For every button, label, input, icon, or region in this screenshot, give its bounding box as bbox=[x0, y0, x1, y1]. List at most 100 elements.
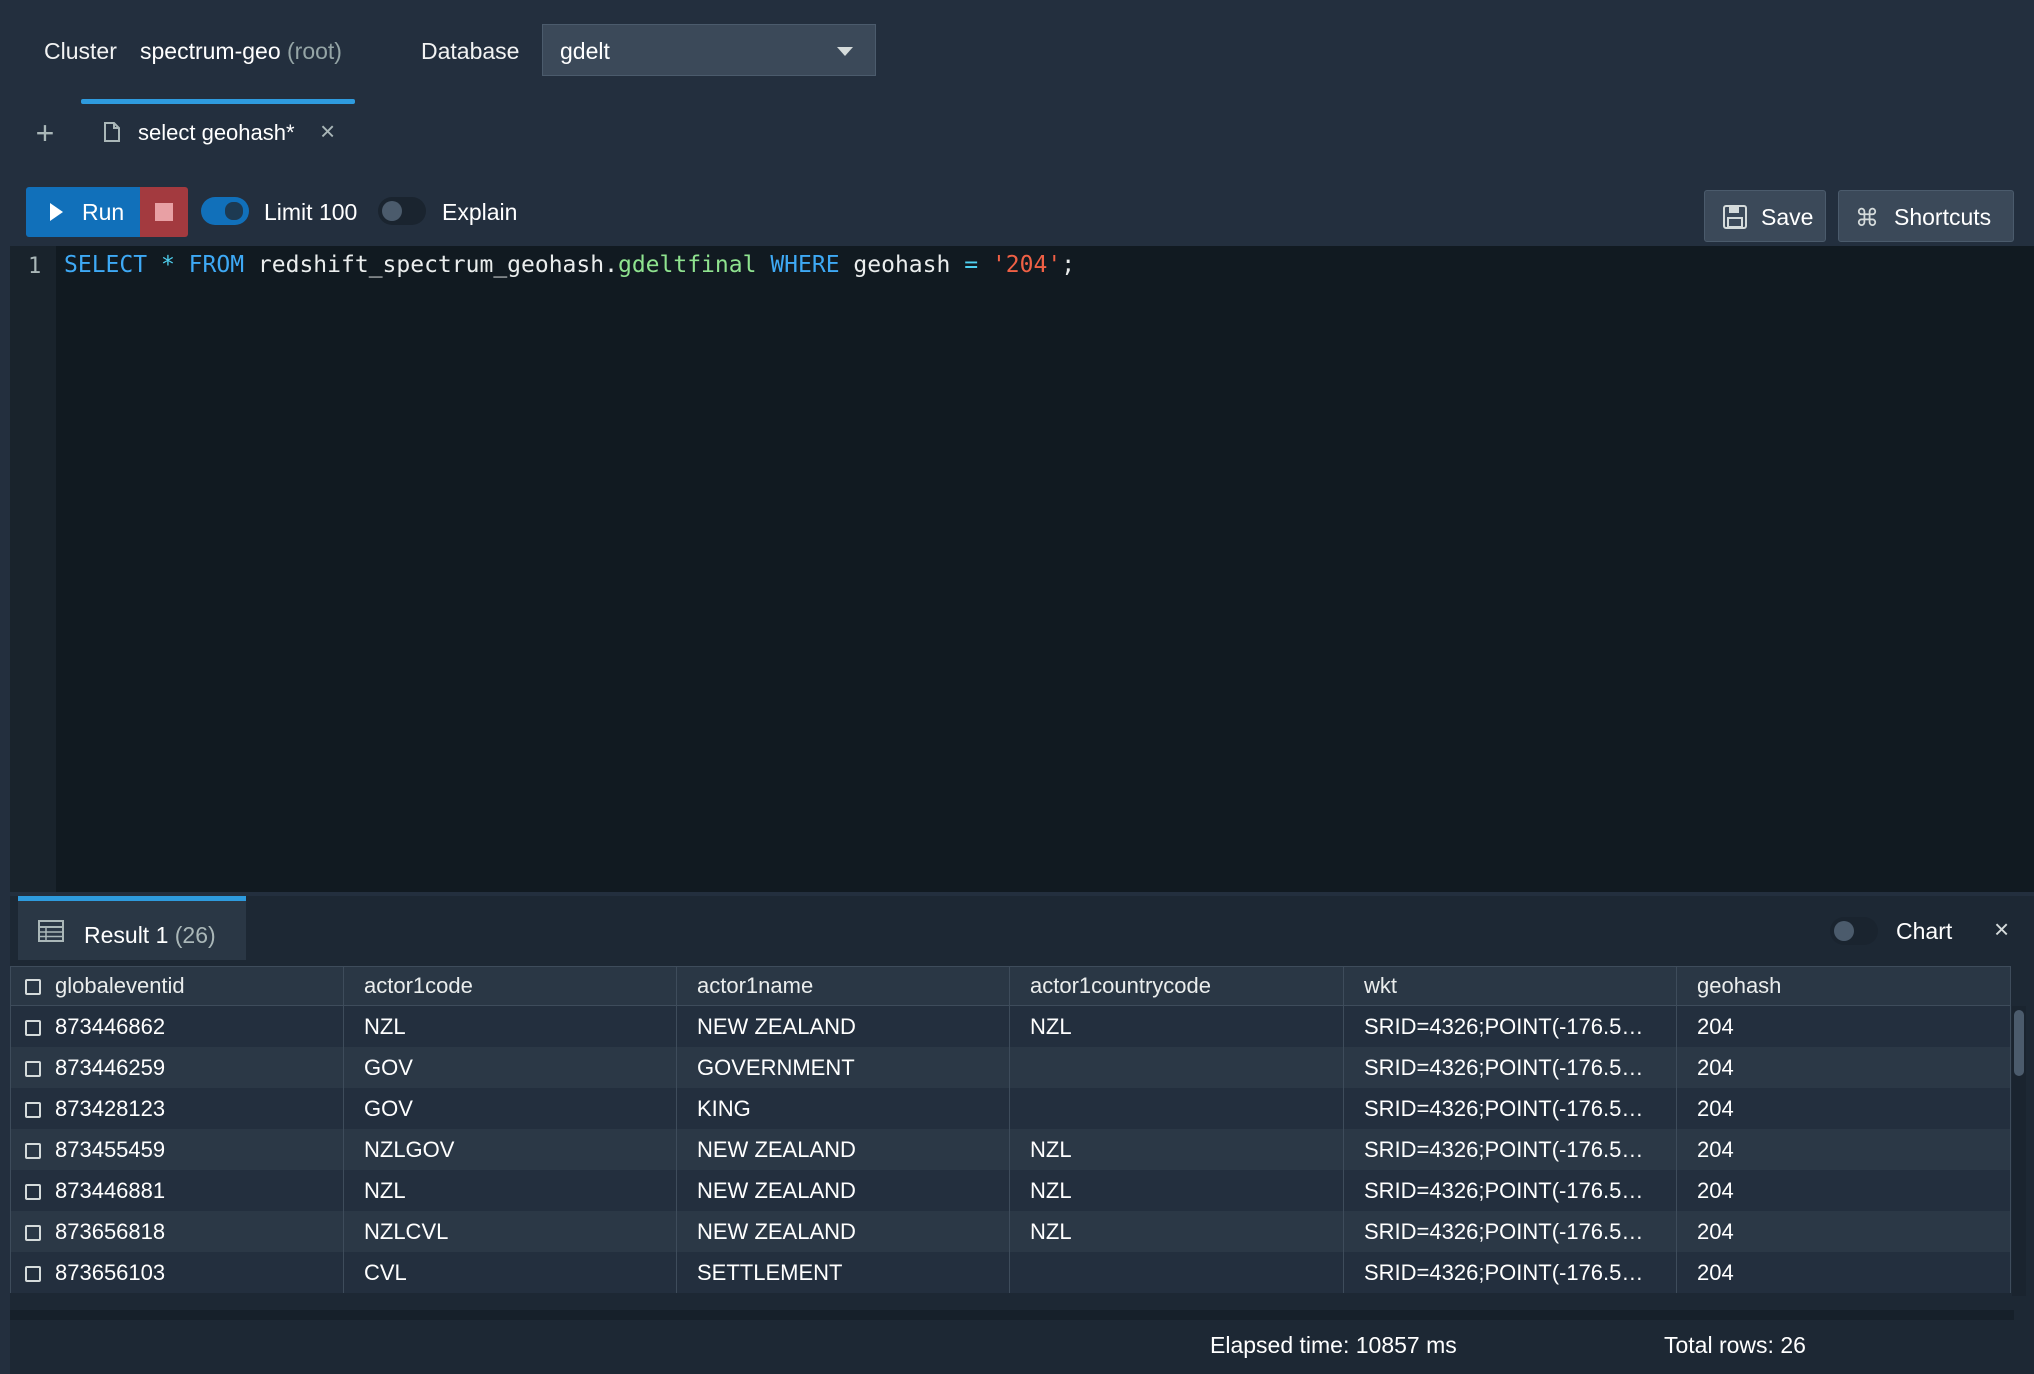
toggle-knob bbox=[382, 201, 402, 221]
cell-value: KING bbox=[697, 1095, 751, 1121]
chart-toggle[interactable] bbox=[1830, 917, 1878, 945]
cell-value: NZL bbox=[1030, 1218, 1072, 1244]
dot: . bbox=[604, 252, 618, 278]
cell-value: 204 bbox=[1697, 1177, 1734, 1203]
table-cell-geohash: 204 bbox=[1676, 1088, 2011, 1129]
string-literal: '204' bbox=[991, 252, 1062, 278]
cell-value: GOV bbox=[364, 1095, 413, 1121]
run-button[interactable]: Run bbox=[26, 187, 140, 237]
row-checkbox[interactable] bbox=[25, 1101, 41, 1118]
operator-equals: = bbox=[964, 252, 979, 278]
shortcuts-button[interactable]: ⌘ Shortcuts bbox=[1838, 190, 2014, 242]
row-checkbox[interactable] bbox=[25, 1265, 41, 1282]
save-label: Save bbox=[1761, 204, 1814, 230]
keyword-where: WHERE bbox=[770, 252, 840, 278]
column-header-wkt[interactable]: wkt bbox=[1343, 966, 1677, 1006]
table-cell-actor1countrycode bbox=[1009, 1047, 1344, 1088]
column-header-geohash[interactable]: geohash bbox=[1676, 966, 2011, 1006]
cluster-selector[interactable]: spectrum-geo (root) bbox=[140, 38, 342, 65]
chart-label: Chart bbox=[1896, 918, 1953, 944]
cell-value: 204 bbox=[1697, 1259, 1734, 1285]
add-tab-button[interactable]: + bbox=[30, 115, 60, 151]
row-checkbox[interactable] bbox=[25, 1060, 41, 1077]
table-cell-actor1code: GOV bbox=[343, 1088, 677, 1129]
run-label: Run bbox=[82, 199, 125, 225]
cell-value: NZL bbox=[1030, 1177, 1072, 1203]
cluster-label: Cluster bbox=[44, 38, 117, 64]
column-header-actor1name[interactable]: actor1name bbox=[676, 966, 1010, 1006]
cell-value: NEW ZEALAND bbox=[697, 1013, 856, 1039]
table-cell-actor1countrycode bbox=[1009, 1088, 1344, 1129]
column-header-label: actor1name bbox=[697, 973, 814, 998]
database-select[interactable]: gdelt bbox=[542, 24, 876, 76]
cell-value: 873455459 bbox=[55, 1136, 166, 1162]
save-icon bbox=[1723, 205, 1747, 229]
table-row[interactable]: 873656818 NZLCVL NEW ZEALAND NZL SRID=4326;P… bbox=[10, 1211, 2011, 1252]
cell-value: NEW ZEALAND bbox=[697, 1177, 856, 1203]
table-cell-globaleventid: 873446259 bbox=[10, 1047, 344, 1088]
table-cell-geohash: 204 bbox=[1676, 1170, 2011, 1211]
table-row[interactable]: 873428123 GOV KING SRID=4326;POINT(-176.5… 2… bbox=[10, 1088, 2011, 1129]
column-header-actor1countrycode[interactable]: actor1countrycode bbox=[1009, 966, 1344, 1006]
chevron-down-icon bbox=[837, 47, 853, 56]
row-checkbox[interactable] bbox=[25, 1224, 41, 1241]
save-button[interactable]: Save bbox=[1704, 190, 1826, 242]
cell-value: SRID=4326;POINT(-176.5… bbox=[1364, 1054, 1644, 1080]
table-cell-actor1code: NZL bbox=[343, 1005, 677, 1047]
close-icon[interactable]: × bbox=[1994, 914, 2009, 945]
close-icon[interactable]: × bbox=[320, 116, 335, 147]
header-bar: Cluster spectrum-geo (root) Database gde… bbox=[0, 0, 2034, 104]
row-checkbox[interactable] bbox=[25, 1019, 41, 1036]
results-table: globaleventid actor1code actor1name acto… bbox=[10, 966, 2011, 1293]
table-row[interactable]: 873446881 NZL NEW ZEALAND NZL SRID=4326;POIN… bbox=[10, 1170, 2011, 1211]
cell-value: GOV bbox=[364, 1054, 413, 1080]
vertical-scrollbar[interactable] bbox=[2012, 1006, 2026, 1296]
column-header-label: wkt bbox=[1364, 973, 1397, 998]
table-row[interactable]: 873455459 NZLGOV NEW ZEALAND NZL SRID=4326;P… bbox=[10, 1129, 2011, 1170]
tab-result-1[interactable]: Result 1 (26) bbox=[18, 896, 246, 960]
table-cell-actor1countrycode: NZL bbox=[1009, 1211, 1344, 1252]
line-gutter bbox=[10, 246, 56, 892]
cluster-name: spectrum-geo bbox=[140, 38, 281, 64]
table-cell-globaleventid: 873428123 bbox=[10, 1088, 344, 1129]
plus-icon: + bbox=[35, 115, 55, 151]
table-row[interactable]: 873656103 CVL SETTLEMENT SRID=4326;POINT(-1… bbox=[10, 1252, 2011, 1293]
cell-value: SRID=4326;POINT(-176.5… bbox=[1364, 1095, 1644, 1121]
table-cell-geohash: 204 bbox=[1676, 1252, 2011, 1293]
database-value: gdelt bbox=[560, 38, 610, 64]
row-checkbox[interactable] bbox=[25, 1183, 41, 1200]
table-row[interactable]: 873446259 GOV GOVERNMENT SRID=4326;POINT(-1… bbox=[10, 1047, 2011, 1088]
row-checkbox[interactable] bbox=[25, 1142, 41, 1159]
cell-value: NZLCVL bbox=[364, 1218, 449, 1244]
table-cell-actor1name: NEW ZEALAND bbox=[676, 1005, 1010, 1047]
table-row[interactable]: 873446862 NZL NEW ZEALAND NZL SRID=4326;POIN… bbox=[10, 1005, 2011, 1047]
cell-value: NZL bbox=[1030, 1013, 1072, 1039]
stop-button[interactable] bbox=[140, 187, 188, 237]
table-cell-actor1code: NZLGOV bbox=[343, 1129, 677, 1170]
semicolon: ; bbox=[1061, 252, 1076, 278]
cell-value: GOVERNMENT bbox=[697, 1054, 855, 1080]
keyword-select: SELECT bbox=[64, 252, 148, 278]
scrollbar-thumb[interactable] bbox=[2014, 1010, 2024, 1076]
cell-value: NEW ZEALAND bbox=[697, 1136, 856, 1162]
select-all-checkbox[interactable] bbox=[25, 979, 41, 996]
limit-toggle[interactable] bbox=[201, 197, 249, 225]
sql-editor[interactable] bbox=[10, 246, 2034, 892]
horizontal-scrollbar[interactable] bbox=[10, 1310, 2014, 1320]
explain-toggle[interactable] bbox=[378, 197, 426, 225]
table-name: gdeltfinal bbox=[617, 252, 757, 278]
table-cell-wkt: SRID=4326;POINT(-176.5… bbox=[1343, 1170, 1677, 1211]
table-cell-actor1name: KING bbox=[676, 1088, 1010, 1129]
cell-value: 873656818 bbox=[55, 1218, 166, 1244]
database-label: Database bbox=[421, 38, 520, 64]
column-header-actor1code[interactable]: actor1code bbox=[343, 966, 677, 1006]
play-icon bbox=[50, 203, 63, 221]
column-header-globaleventid[interactable]: globaleventid bbox=[10, 966, 344, 1006]
code-line[interactable]: SELECT * FROM redshift_spectrum_geohash.… bbox=[64, 252, 1075, 278]
column-header-label: actor1code bbox=[364, 973, 473, 998]
cell-value: SRID=4326;POINT(-176.5… bbox=[1364, 1013, 1644, 1039]
cell-value: NZL bbox=[364, 1177, 406, 1203]
cell-value: SRID=4326;POINT(-176.5… bbox=[1364, 1259, 1644, 1285]
table-cell-actor1countrycode: NZL bbox=[1009, 1129, 1344, 1170]
stop-icon bbox=[155, 203, 173, 221]
